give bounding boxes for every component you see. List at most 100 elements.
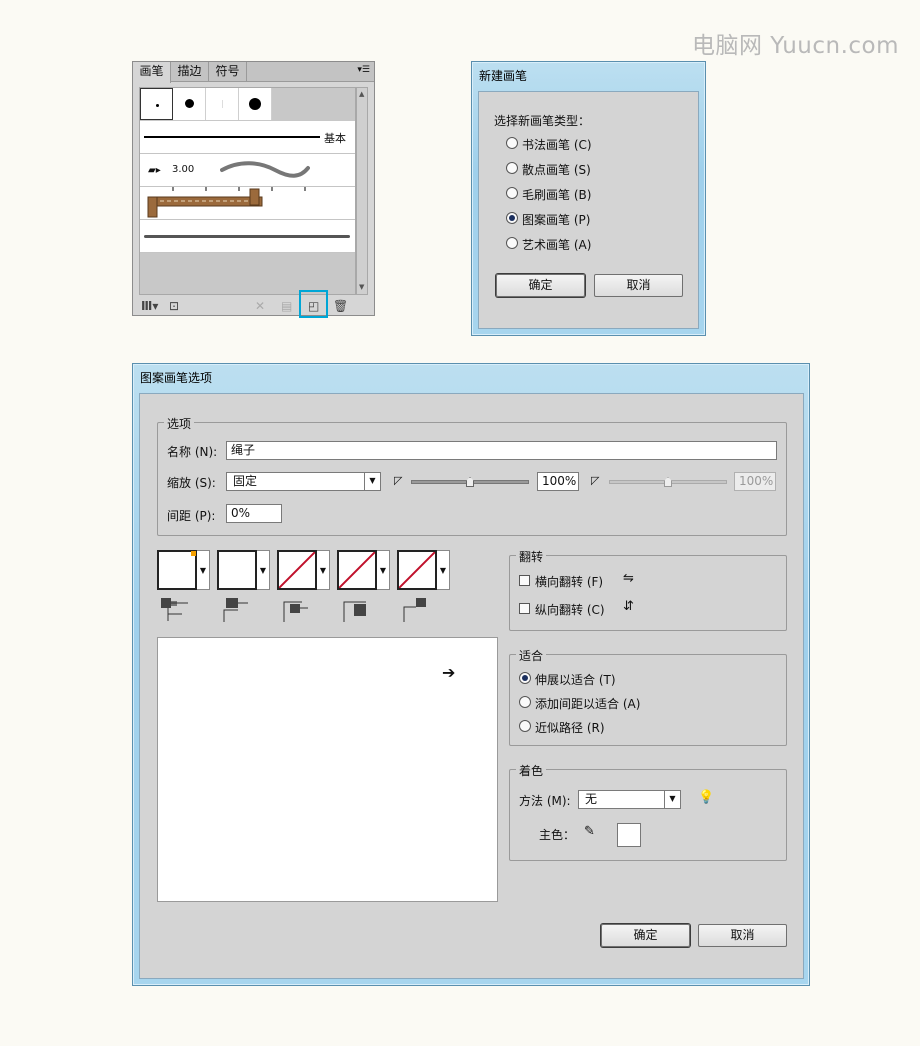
flip-vertical-icon: ⇵: [623, 599, 634, 614]
approximate-path-label: 近似路径 (R): [535, 721, 605, 735]
ok-button[interactable]: 确定: [496, 274, 585, 297]
options-group-title: 选项: [164, 415, 195, 432]
radio-stretch-to-fit[interactable]: [519, 672, 531, 684]
key-color-label: 主色：: [539, 828, 576, 842]
eyedropper-icon[interactable]: ✎: [584, 824, 595, 839]
basic-stroke-line: [144, 136, 320, 138]
tile-outer-corner[interactable]: ▼: [217, 550, 271, 590]
cancel-button[interactable]: 取消: [698, 924, 787, 947]
flip-vertical-label: 纵向翻转 (C): [535, 603, 605, 617]
scale-max-icon: ◸: [591, 474, 600, 487]
remove-stroke-icon[interactable]: ✕: [255, 299, 265, 313]
tab-brushes[interactable]: 画笔: [133, 62, 171, 83]
pattern-dialog-body: 选项 名称 (N): 绳子 缩放 (S): 固定 ▼ ◸ 100% ◸ 100%…: [139, 393, 804, 979]
pattern-brush-row[interactable]: [140, 187, 355, 220]
end-tile-icon: [403, 598, 426, 622]
new-brush-dialog: 新建画笔 选择新画笔类型： 书法画笔 (C) 散点画笔 (S) 毛刷画笔 (B)…: [471, 61, 706, 336]
bristle-stroke-icon: [144, 235, 350, 238]
scale-min-icon: ◸: [394, 474, 403, 487]
method-value: 无: [585, 792, 598, 806]
brushes-panel: 画笔 描边 符号 ▾☰ 基本 ▰▸ 3.00 ▲ ▼ Ⅲ▾ ⊡ ✕ ▤ ◰ 🗑: [132, 61, 375, 318]
radio-approximate-path[interactable]: [519, 720, 531, 732]
pencil-icon: ▰▸: [148, 165, 161, 176]
tile-end[interactable]: ▼: [397, 550, 451, 590]
tile-start[interactable]: ▼: [337, 550, 391, 590]
chevron-down-icon[interactable]: ▼: [437, 550, 450, 590]
new-brush-icon[interactable]: ◰: [308, 299, 319, 313]
key-color-swatch[interactable]: [617, 823, 641, 847]
radio-calligraphic[interactable]: [506, 137, 518, 149]
fit-group-title: 适合: [516, 647, 547, 664]
brush-size-value: 3.00: [172, 164, 195, 175]
method-select[interactable]: 无 ▼: [578, 790, 681, 809]
name-input[interactable]: 绳子: [226, 441, 777, 460]
option-bristle: 毛刷画笔 (B): [522, 188, 592, 202]
radio-add-space-to-fit[interactable]: [519, 696, 531, 708]
outer-corner-tile-icon: [223, 598, 248, 622]
spacing-input[interactable]: 0%: [226, 504, 282, 523]
scale-variation-thumb: [664, 477, 672, 487]
chevron-down-icon: ▼: [664, 791, 680, 808]
tile-side[interactable]: ▼: [157, 550, 211, 590]
tile-inner-corner[interactable]: ▼: [277, 550, 331, 590]
chevron-down-icon: ▼: [364, 473, 380, 490]
panel-footer: Ⅲ▾ ⊡ ✕ ▤ ◰ 🗑: [133, 290, 374, 318]
flip-vertical-checkbox[interactable]: [519, 603, 530, 614]
chevron-down-icon[interactable]: ▼: [257, 550, 270, 590]
brush-list-scrollbar[interactable]: ▲ ▼: [356, 87, 368, 295]
start-tile-icon: [343, 601, 366, 622]
brush-dot-small[interactable]: [140, 88, 173, 120]
brush-list: 基本 ▰▸ 3.00: [139, 87, 356, 295]
colorization-group: 着色 方法 (M): 无 ▼ 💡 主色： ✎: [509, 762, 787, 861]
tab-stroke[interactable]: 描边: [171, 62, 209, 82]
cancel-button[interactable]: 取消: [594, 274, 683, 297]
add-space-to-fit-label: 添加间距以适合 (A): [535, 697, 641, 711]
scale-mode-value: 固定: [233, 474, 258, 488]
flip-horizontal-icon: ⇋: [623, 571, 634, 586]
ok-button[interactable]: 确定: [601, 924, 690, 947]
tile-preview-area: ➔: [157, 637, 498, 902]
radio-art[interactable]: [506, 237, 518, 249]
bristle-brush-row[interactable]: [140, 220, 355, 253]
chevron-down-icon[interactable]: ▼: [377, 550, 390, 590]
chevron-down-icon[interactable]: ▼: [197, 550, 210, 590]
flip-group-title: 翻转: [516, 548, 547, 565]
tab-symbols[interactable]: 符号: [209, 62, 247, 82]
chevron-down-icon[interactable]: ▼: [317, 550, 330, 590]
scale-label: 缩放 (S):: [167, 476, 216, 490]
method-label: 方法 (M):: [519, 794, 571, 808]
basic-brush-row[interactable]: 基本: [140, 121, 355, 154]
option-calligraphic: 书法画笔 (C): [522, 138, 592, 152]
fit-group: 适合 伸展以适合 (T) 添加间距以适合 (A) 近似路径 (R): [509, 647, 787, 746]
basic-label: 基本: [324, 132, 346, 145]
inner-corner-tile-icon: [283, 601, 308, 622]
scale-mode-select[interactable]: 固定 ▼: [226, 472, 381, 491]
delete-icon[interactable]: 🗑: [333, 299, 348, 313]
scale-slider-thumb[interactable]: [466, 477, 474, 487]
new-brush-dialog-title: 新建画笔: [479, 69, 528, 83]
rope-pattern-icon: [147, 187, 306, 218]
brush-type-prompt: 选择新画笔类型：: [494, 114, 591, 128]
tips-lightbulb-icon[interactable]: 💡: [698, 790, 714, 805]
option-art: 艺术画笔 (A): [522, 238, 592, 252]
art-brush-row[interactable]: ▰▸ 3.00: [140, 154, 355, 187]
watermark: 电脑网 Yuucn.com: [692, 33, 900, 59]
scale-variation-input: 100%: [734, 472, 776, 491]
arrow-right-icon: ➔: [442, 663, 456, 682]
panel-menu-icon[interactable]: ▾☰: [357, 65, 370, 75]
brush-dot-thin[interactable]: [206, 88, 239, 120]
option-pattern: 图案画笔 (P): [522, 213, 591, 227]
stretch-to-fit-label: 伸展以适合 (T): [535, 673, 616, 687]
brush-dot-large[interactable]: [239, 88, 272, 120]
radio-bristle[interactable]: [506, 187, 518, 199]
options-icon[interactable]: ▤: [281, 299, 292, 313]
libraries-icon[interactable]: ⊡: [169, 299, 179, 313]
radio-pattern[interactable]: [506, 212, 518, 224]
radio-scatter[interactable]: [506, 162, 518, 174]
options-group: 选项 名称 (N): 绳子 缩放 (S): 固定 ▼ ◸ 100% ◸ 100%…: [157, 415, 787, 536]
scale-value-input[interactable]: 100%: [537, 472, 579, 491]
brush-dot-medium[interactable]: [173, 88, 206, 120]
brush-library-icon[interactable]: Ⅲ▾: [141, 299, 158, 313]
name-label: 名称 (N):: [167, 445, 218, 459]
flip-horizontal-checkbox[interactable]: [519, 575, 530, 586]
